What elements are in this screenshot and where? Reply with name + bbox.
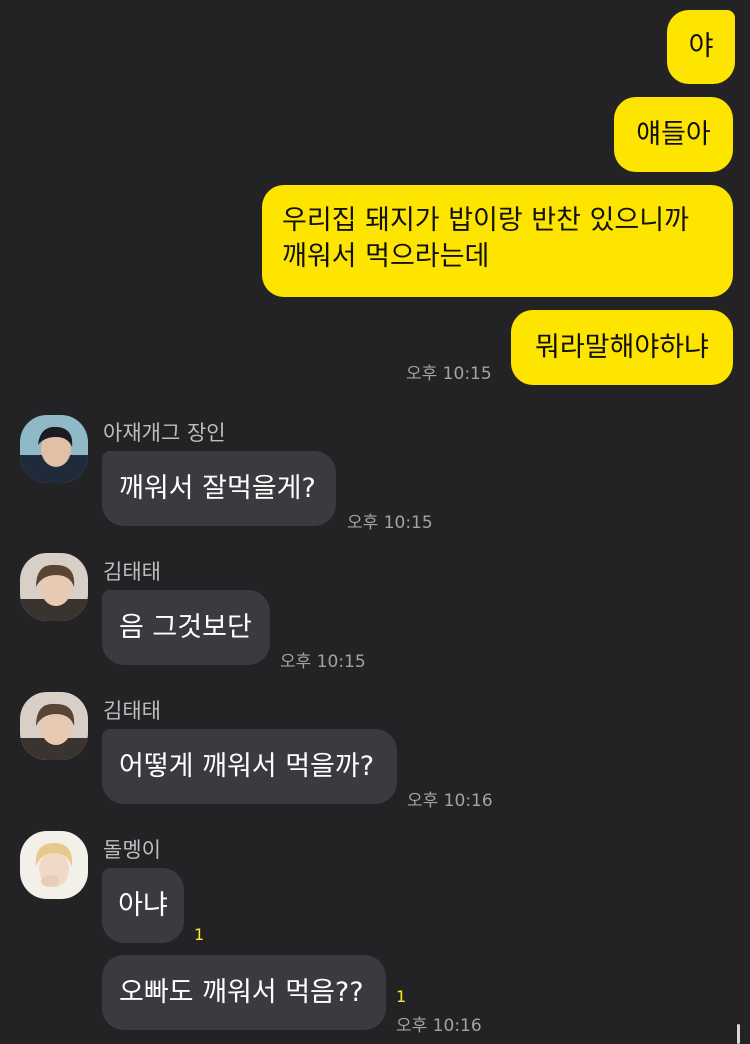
outgoing-message-bubble[interactable]: 야 [667, 10, 735, 84]
avatar[interactable] [20, 553, 88, 621]
avatar[interactable] [20, 415, 88, 483]
message-timestamp: 오후 10:15 [406, 364, 492, 384]
message-text: 뭐라말해야하냐 [535, 331, 709, 363]
unread-count: 1 [396, 987, 407, 1006]
outgoing-message-bubble[interactable]: 우리집 돼지가 밥이랑 반찬 있으니까 깨워서 먹으라는데 [262, 185, 733, 297]
message-timestamp: 오후 10:15 [280, 652, 366, 672]
message-text: 음 그것보단 [119, 611, 252, 643]
message-text: 아냐 [118, 889, 168, 921]
message-text: 얘들아 [636, 118, 711, 150]
sender-name: 김태태 [103, 699, 161, 723]
outgoing-message-bubble[interactable]: 얘들아 [614, 97, 733, 172]
message-timestamp: 오후 10:16 [407, 791, 493, 811]
message-text: 야 [688, 31, 714, 62]
incoming-message-bubble[interactable]: 깨워서 잘먹을게? [102, 451, 336, 526]
avatar[interactable] [20, 831, 88, 899]
outgoing-message-bubble[interactable]: 뭐라말해야하냐 [511, 310, 733, 385]
message-timestamp: 오후 10:16 [396, 1016, 482, 1036]
sender-name: 아재개그 장인 [103, 421, 226, 445]
unread-count: 1 [194, 925, 205, 944]
avatar[interactable] [20, 692, 88, 760]
message-line: 깨워서 먹으라는데 [282, 241, 490, 272]
sender-name: 돌멩이 [103, 838, 161, 862]
message-timestamp: 오후 10:15 [347, 513, 433, 533]
message-text: 깨워서 잘먹을게? [119, 472, 316, 504]
message-text: 오빠도 깨워서 먹음?? [119, 976, 364, 1008]
message-line: 우리집 돼지가 밥이랑 반찬 있으니까 [282, 205, 689, 236]
incoming-message-bubble[interactable]: 아냐 [102, 868, 184, 943]
message-text: 어떻게 깨워서 먹을까? [119, 750, 375, 782]
sender-name: 김태태 [103, 560, 161, 584]
incoming-message-bubble[interactable]: 음 그것보단 [102, 590, 270, 665]
incoming-message-bubble[interactable]: 어떻게 깨워서 먹을까? [102, 729, 397, 804]
scrollbar[interactable] [737, 1024, 740, 1044]
incoming-message-bubble[interactable]: 오빠도 깨워서 먹음?? [102, 955, 386, 1030]
